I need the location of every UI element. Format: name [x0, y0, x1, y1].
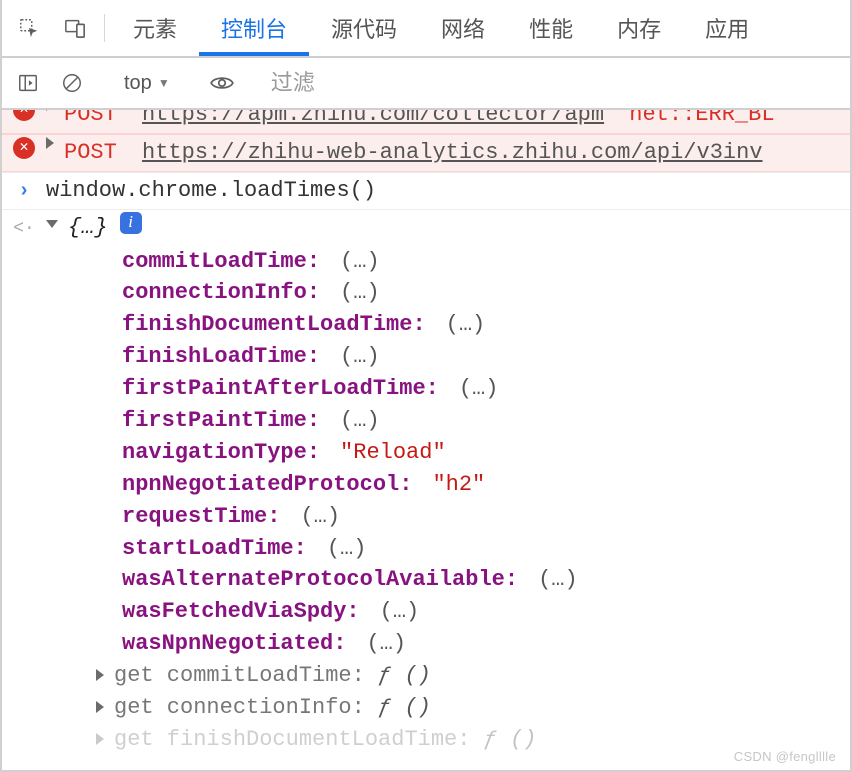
property-key: finishDocumentLoadTime: — [122, 312, 426, 337]
object-property[interactable]: wasFetchedViaSpdy: (…) — [122, 596, 850, 628]
console-error-row[interactable]: ✕ POST https://apm.zhihu.com/collector/a… — [2, 110, 850, 134]
tab-elements[interactable]: 元素 — [111, 0, 199, 56]
console-toolbar: top ▼ — [2, 58, 850, 110]
property-value[interactable]: "Reload" — [340, 440, 446, 465]
info-icon[interactable]: i — [120, 212, 142, 234]
object-property[interactable]: firstPaintAfterLoadTime: (…) — [122, 373, 850, 405]
property-key: commitLoadTime: — [122, 249, 320, 274]
console-input-text: window.chrome.loadTimes() — [46, 175, 376, 207]
property-value[interactable]: (…) — [340, 408, 380, 433]
function-signature: ƒ () — [378, 695, 431, 720]
property-value[interactable]: (…) — [366, 631, 406, 656]
console-result-row[interactable]: <· {…} i — [2, 210, 850, 246]
property-value[interactable]: (…) — [538, 567, 578, 592]
property-key: requestTime: — [122, 504, 280, 529]
expand-arrow-icon[interactable] — [46, 110, 54, 111]
getter-name: get connectionInfo: — [114, 695, 378, 720]
result-icon: <· — [13, 216, 35, 242]
chevron-down-icon: ▼ — [158, 76, 170, 90]
object-getter[interactable]: get connectionInfo: ƒ () — [96, 692, 850, 724]
expand-arrow-icon[interactable] — [46, 137, 54, 149]
tab-memory[interactable]: 内存 — [595, 0, 683, 56]
context-label: top — [124, 72, 152, 95]
property-value[interactable]: (…) — [300, 504, 340, 529]
property-value[interactable]: (…) — [340, 249, 380, 274]
property-key: wasAlternateProtocolAvailable: — [122, 567, 518, 592]
object-getter[interactable]: get finishDocumentLoadTime: ƒ () — [96, 724, 850, 756]
inspect-element-icon[interactable] — [6, 0, 52, 56]
prompt-icon: › — [18, 177, 30, 206]
object-property[interactable]: wasNpnNegotiated: (…) — [122, 628, 850, 660]
property-key: connectionInfo: — [122, 280, 320, 305]
error-code: net::ERR_BL — [629, 110, 774, 131]
getter-name: get commitLoadTime: — [114, 663, 378, 688]
property-key: navigationType: — [122, 440, 320, 465]
http-method: POST — [64, 110, 117, 131]
property-key: wasFetchedViaSpdy: — [122, 599, 360, 624]
property-key: npnNegotiatedProtocol: — [122, 472, 412, 497]
expand-arrow-icon[interactable] — [96, 701, 104, 713]
live-expression-icon[interactable] — [202, 70, 242, 96]
tab-console[interactable]: 控制台 — [199, 0, 309, 56]
tab-application[interactable]: 应用 — [683, 0, 771, 56]
tab-network[interactable]: 网络 — [419, 0, 507, 56]
property-key: finishLoadTime: — [122, 344, 320, 369]
object-property[interactable]: startLoadTime: (…) — [122, 533, 850, 565]
property-value[interactable]: (…) — [340, 280, 380, 305]
property-value[interactable]: (…) — [340, 344, 380, 369]
property-value[interactable]: (…) — [446, 312, 486, 337]
function-signature: ƒ () — [378, 663, 431, 688]
tab-sources[interactable]: 源代码 — [309, 0, 419, 56]
toggle-sidebar-icon[interactable] — [8, 72, 48, 94]
property-key: firstPaintTime: — [122, 408, 320, 433]
http-method: POST — [64, 137, 117, 169]
object-summary[interactable]: {…} — [68, 212, 108, 244]
console-error-row[interactable]: ✕ POST https://zhihu-web-analytics.zhihu… — [2, 134, 850, 172]
console-input-row[interactable]: › window.chrome.loadTimes() — [2, 172, 850, 210]
expand-arrow-icon[interactable] — [96, 669, 104, 681]
tab-performance[interactable]: 性能 — [507, 0, 595, 56]
property-value[interactable]: (…) — [327, 536, 367, 561]
object-property[interactable]: connectionInfo: (…) — [122, 277, 850, 309]
property-key: startLoadTime: — [122, 536, 307, 561]
object-property[interactable]: requestTime: (…) — [122, 501, 850, 533]
request-url[interactable]: https://zhihu-web-analytics.zhihu.com/ap… — [142, 137, 763, 169]
clear-console-icon[interactable] — [52, 72, 92, 94]
separator — [104, 14, 105, 42]
object-property[interactable]: finishLoadTime: (…) — [122, 341, 850, 373]
property-key: firstPaintAfterLoadTime: — [122, 376, 439, 401]
property-value[interactable]: "h2" — [432, 472, 485, 497]
request-url[interactable]: https://apm.zhihu.com/collector/apm — [142, 110, 604, 131]
device-toolbar-icon[interactable] — [52, 0, 98, 56]
function-signature: ƒ () — [484, 727, 537, 752]
object-property[interactable]: npnNegotiatedProtocol: "h2" — [122, 469, 850, 501]
object-property[interactable]: wasAlternateProtocolAvailable: (…) — [122, 564, 850, 596]
console-output: ✕ POST https://apm.zhihu.com/collector/a… — [2, 110, 850, 770]
object-property[interactable]: navigationType: "Reload" — [122, 437, 850, 469]
property-key: wasNpnNegotiated: — [122, 631, 346, 656]
object-property[interactable]: finishDocumentLoadTime: (…) — [122, 309, 850, 341]
error-icon: ✕ — [13, 110, 35, 121]
object-property[interactable]: firstPaintTime: (…) — [122, 405, 850, 437]
devtools-tabbar: 元素 控制台 源代码 网络 性能 内存 应用 — [2, 0, 850, 58]
getter-name: get finishDocumentLoadTime: — [114, 727, 484, 752]
object-property[interactable]: commitLoadTime: (…) — [122, 246, 850, 278]
property-value[interactable]: (…) — [380, 599, 420, 624]
object-getter[interactable]: get commitLoadTime: ƒ () — [96, 660, 850, 692]
error-icon: ✕ — [13, 137, 35, 159]
execution-context-select[interactable]: top ▼ — [113, 68, 181, 99]
filter-input[interactable] — [263, 66, 844, 100]
object-properties: commitLoadTime:(…)connectionInfo:(…)fini… — [2, 246, 850, 756]
collapse-arrow-icon[interactable] — [46, 220, 58, 228]
property-value[interactable]: (…) — [459, 376, 499, 401]
expand-arrow-icon[interactable] — [96, 733, 104, 745]
